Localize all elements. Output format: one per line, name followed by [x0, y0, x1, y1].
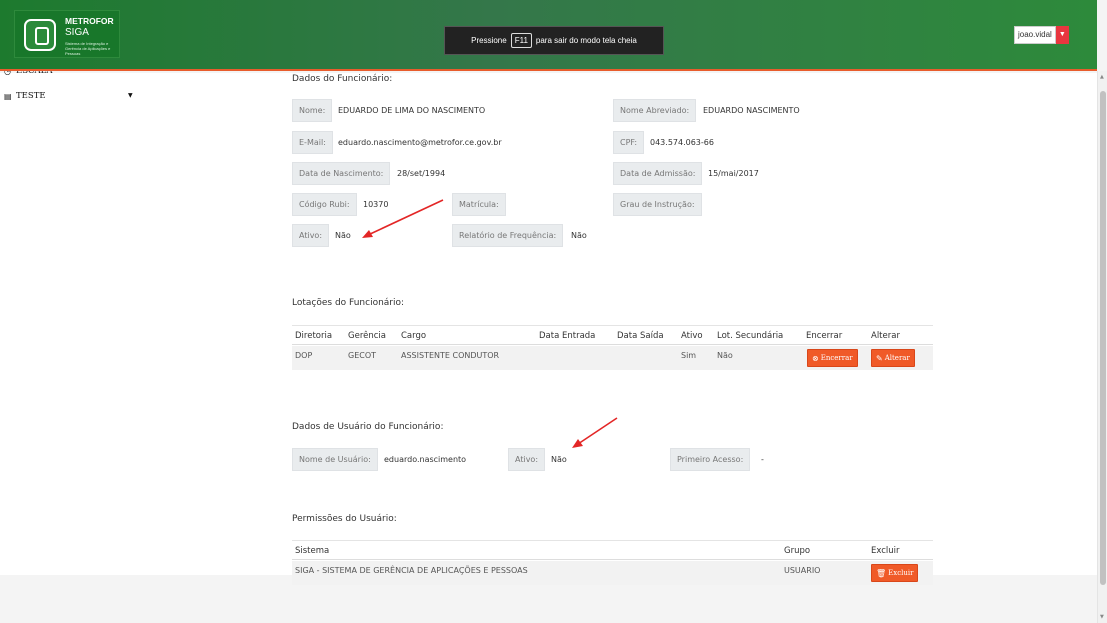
annotation-layer: [362, 199, 618, 448]
annotation-arrow-usuario-ativo: [572, 417, 618, 448]
annotation-arrow-ativo: [362, 199, 444, 238]
